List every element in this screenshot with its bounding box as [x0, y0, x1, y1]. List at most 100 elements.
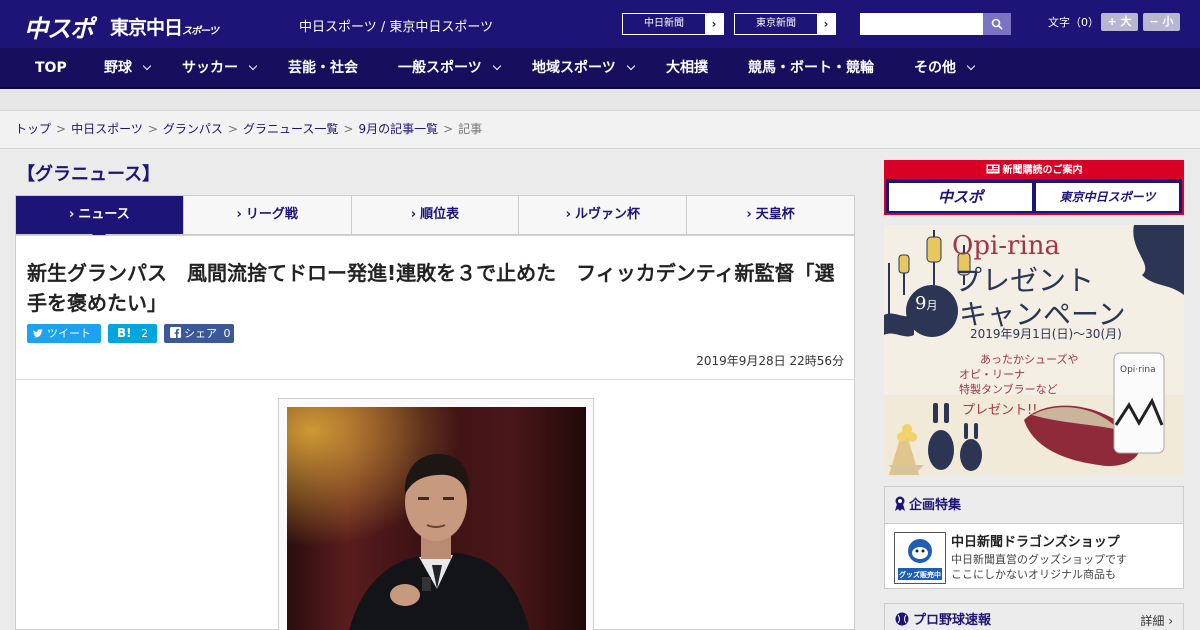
dragons-shop-desc-line: 中日新聞直営のグッズショップです [951, 553, 1127, 566]
feature-box-title: 企画特集 [909, 498, 962, 513]
breadcrumb-link[interactable]: 9月の記事一覧 [358, 122, 438, 136]
hatena-count: 2 [141, 327, 149, 340]
tab-emperors-cup[interactable]: › 天皇杯 [686, 196, 854, 234]
article-photo-frame [278, 398, 594, 630]
twitter-icon [33, 329, 43, 338]
ad-copy-2: オピ・リーナ [959, 368, 1025, 381]
font-size-label: 文字（0） [1048, 16, 1099, 29]
logo-tokyo-chunichi[interactable]: 東京中日スポーツ [110, 13, 219, 40]
search-button[interactable] [983, 13, 1011, 35]
nav-label: 野球 [104, 60, 132, 76]
ad-copy-4: プレゼント!! [962, 403, 1038, 418]
nav-item-racing[interactable]: 競馬・ボート・競輪 [748, 48, 874, 89]
category-title: 【グラニュース】 [17, 164, 161, 185]
nav-item-soccer[interactable]: サッカー [182, 48, 258, 89]
baseball-details-link[interactable]: 詳細 › [1140, 604, 1173, 630]
tab-league[interactable]: › リーグ戦 [182, 196, 351, 234]
header-top-bar: 中スポ 東京中日スポーツ 中日スポーツ / 東京中日スポーツ 中日新聞 › 東京… [0, 0, 1200, 48]
chevron-right-icon: › [410, 207, 417, 222]
baseball-scores-box: プロ野球速報 詳細 › [884, 603, 1184, 630]
subscription-header: 新聞購読のご案内 [886, 162, 1182, 179]
breadcrumb-link[interactable]: トップ [15, 122, 51, 136]
chevron-right-icon: › [236, 207, 242, 222]
tab-label: 順位表 [420, 207, 460, 222]
tweet-button[interactable]: ツイート [27, 324, 101, 343]
font-smaller-button[interactable]: − 小 [1143, 13, 1180, 31]
nav-item-top[interactable]: TOP [35, 48, 67, 89]
breadcrumb-separator: > [56, 122, 67, 136]
feature-box-header: 企画特集 [885, 487, 1183, 524]
facebook-icon [170, 327, 181, 338]
ad-copy-1: あったかシューズや [980, 353, 1079, 366]
chevron-right-icon: › [565, 207, 571, 222]
chevron-down-icon [966, 61, 976, 71]
nav-label: その他 [914, 60, 956, 76]
logo-tokyo-chunichi-small: スポーツ [182, 26, 219, 37]
breadcrumb: トップ > 中日スポーツ > グランパス > グラニュース一覧 >9月の記事一覧 > 記事 [0, 111, 1200, 149]
nav-label: 一般スポーツ [398, 60, 482, 76]
breadcrumb-current: 記事 [458, 122, 483, 136]
nav-item-entertainment[interactable]: 芸能・社会 [288, 48, 358, 89]
chevron-down-icon [142, 61, 152, 71]
newspaper-icon [986, 164, 999, 174]
article: 新生グランパス 風間流捨てドロー発進!連敗を３で止めた フィッカデンティ新監督「… [15, 235, 855, 630]
ad-month-unit: 月 [926, 299, 938, 312]
baseball-scores-header: プロ野球速報 [885, 604, 1183, 630]
breadcrumb-link[interactable]: グランパス [163, 122, 223, 136]
nav-label: 大相撲 [666, 60, 708, 76]
logo-chuspo[interactable]: 中スポ [24, 9, 94, 44]
tab-news[interactable]: › ニュース [16, 196, 183, 242]
category-tabs: › ニュース › リーグ戦 › 順位表 › ルヴァン杯 › 天皇杯 [15, 195, 855, 242]
facebook-share-count: 0 [223, 327, 231, 340]
tokyo-shimbun-label: 東京新聞 [756, 18, 796, 29]
logo-tokyo-chunichi-text: 東京中日 [110, 17, 183, 39]
subscribe-chuspo-button[interactable]: 中スポ [889, 183, 1032, 211]
ad-banner[interactable]: Opi-rina 9月 プレゼント キャンペーン 2019年9月1日(日)〜30… [884, 225, 1184, 475]
subscription-banner: 新聞購読のご案内 中スポ 東京中日スポーツ [884, 160, 1184, 215]
search-input[interactable] [860, 13, 983, 35]
dragons-shop-icon-caption: グッズ販売中 [899, 571, 941, 579]
chevron-right-icon: › [69, 207, 75, 222]
subscribe-tokyo-chunichi-button[interactable]: 東京中日スポーツ [1036, 183, 1179, 211]
nav-item-other[interactable]: その他 [914, 48, 976, 89]
nav-item-sumo[interactable]: 大相撲 [666, 48, 708, 89]
breadcrumb-link[interactable]: 中日スポーツ [71, 122, 143, 136]
breadcrumb-separator: > [343, 122, 354, 136]
tab-label: ルヴァン杯 [574, 207, 640, 222]
nav-label: サッカー [182, 60, 238, 76]
nav-item-general-sports[interactable]: 一般スポーツ [398, 48, 501, 89]
chunichi-shimbun-label: 中日新聞 [644, 18, 684, 29]
article-headline: 新生グランパス 風間流捨てドロー発進!連敗を３で止めた フィッカデンティ新監督「… [27, 261, 835, 315]
article-date: 2019年9月28日 22時56分 [696, 354, 844, 368]
hatena-bookmark-button[interactable]: B! 2 [108, 324, 157, 343]
baseball-icon [895, 612, 909, 626]
ad-brand: Opi-rina [952, 231, 1061, 261]
dragons-shop-title[interactable]: 中日新聞ドラゴンズショップ [951, 531, 1120, 550]
nav-label: 芸能・社会 [288, 60, 358, 76]
main-nav: TOP 野球 サッカー 芸能・社会 一般スポーツ 地域スポーツ 大相撲 競馬・ボ… [0, 48, 1200, 89]
feature-box: 企画特集 グッズ販売中 中日新聞ドラゴンズショップ 中日新聞直営のグッズショップ… [884, 486, 1184, 589]
baseball-scores-title: プロ野球速報 [913, 613, 992, 628]
chevron-right-icon: › [746, 207, 752, 222]
tab-levain-cup[interactable]: › ルヴァン杯 [518, 196, 686, 234]
subscription-header-text: 新聞購読のご案内 [1002, 165, 1083, 176]
breadcrumb-link[interactable]: グラニュース一覧 [243, 122, 338, 136]
facebook-share-button[interactable]: シェア 0 [164, 324, 234, 343]
ad-month-number: 9 [915, 293, 927, 314]
tab-label: リーグ戦 [245, 207, 298, 222]
dragons-shop-icon[interactable]: グッズ販売中 [894, 532, 946, 584]
nav-item-local-sports[interactable]: 地域スポーツ [532, 48, 635, 89]
tab-standings[interactable]: › 順位表 [350, 196, 519, 234]
site-links[interactable]: 中日スポーツ / 東京中日スポーツ [299, 16, 493, 35]
facebook-share-label: シェア [184, 327, 217, 340]
hatena-icon: B! [117, 326, 132, 340]
breadcrumb-separator: > [147, 122, 158, 136]
chevron-down-icon [248, 61, 258, 71]
tokyo-shimbun-button[interactable]: 東京新聞 › [734, 13, 836, 35]
breadcrumb-separator: > [443, 122, 454, 136]
article-photo[interactable] [287, 407, 586, 630]
tab-label: ニュース [78, 207, 130, 222]
chunichi-shimbun-button[interactable]: 中日新聞 › [622, 13, 724, 35]
font-larger-button[interactable]: + 大 [1101, 13, 1138, 31]
nav-item-baseball[interactable]: 野球 [104, 48, 152, 89]
